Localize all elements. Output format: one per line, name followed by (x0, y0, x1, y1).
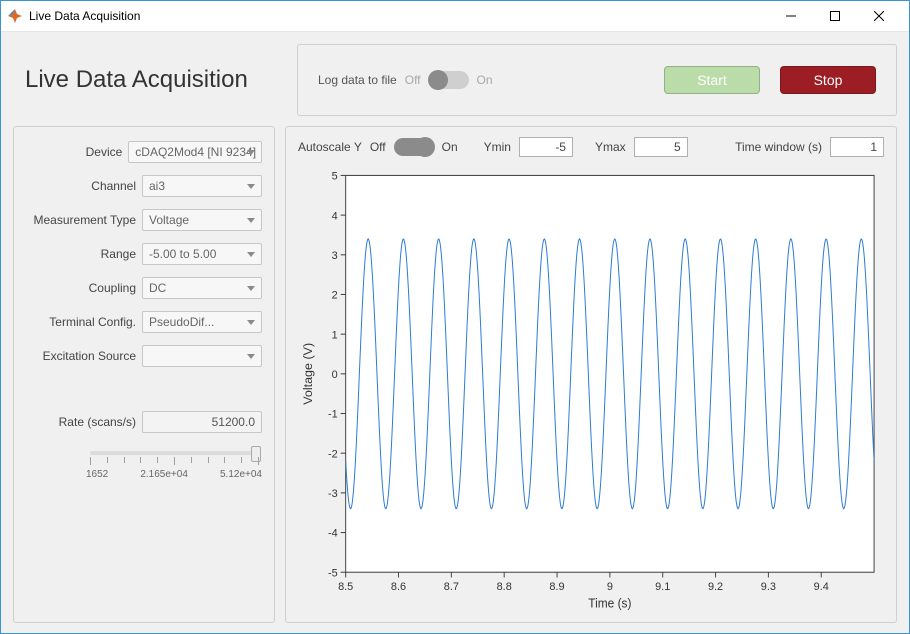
header-panel: Log data to file Off On Start Stop (297, 44, 897, 116)
maximize-button[interactable] (813, 1, 857, 31)
device-row: Device cDAQ2Mod4 [NI 9234] (26, 141, 262, 163)
channel-label: Channel (26, 179, 136, 193)
titlebar: Live Data Acquisition (1, 1, 909, 32)
svg-text:4: 4 (332, 210, 338, 222)
svg-text:-3: -3 (328, 488, 338, 500)
svg-text:9.3: 9.3 (761, 581, 776, 593)
terminal-dropdown[interactable]: PseudoDif... (142, 311, 262, 333)
rate-slider-block: 1652 2.165e+04 5.12e+04 (26, 445, 262, 480)
header-row: Live Data Acquisition Log data to file O… (13, 44, 897, 116)
device-dropdown[interactable]: cDAQ2Mod4 [NI 9234] (128, 141, 262, 163)
channel-row: Channel ai3 (26, 175, 262, 197)
svg-text:0: 0 (332, 369, 338, 381)
stop-button[interactable]: Stop (780, 66, 876, 94)
ymin-label: Ymin (484, 140, 511, 154)
svg-text:9.2: 9.2 (708, 581, 723, 593)
window-title: Live Data Acquisition (29, 9, 140, 23)
svg-text:8.7: 8.7 (444, 581, 459, 593)
terminal-row: Terminal Config. PseudoDif... (26, 311, 262, 333)
ymax-input[interactable]: 5 (634, 137, 688, 157)
log-to-file-group: Log data to file Off On (318, 71, 493, 89)
svg-text:8.6: 8.6 (391, 581, 406, 593)
svg-text:9.4: 9.4 (814, 581, 829, 593)
plot-panel: Autoscale Y Off On Ymin -5 Ymax 5 Time w… (285, 126, 897, 623)
svg-text:Voltage (V): Voltage (V) (301, 343, 315, 405)
log-off-label: Off (405, 73, 421, 87)
time-window-input[interactable]: 1 (830, 137, 884, 157)
close-button[interactable] (857, 1, 901, 31)
rate-label: Rate (scans/s) (26, 415, 136, 429)
rate-slider-labels: 1652 2.165e+04 5.12e+04 (86, 469, 262, 480)
client-area: Live Data Acquisition Log data to file O… (1, 32, 909, 633)
rate-row: Rate (scans/s) 51200.0 (26, 411, 262, 433)
range-dropdown[interactable]: -5.00 to 5.00 (142, 243, 262, 265)
autoscale-toggle[interactable] (394, 138, 434, 156)
meas-type-row: Measurement Type Voltage (26, 209, 262, 231)
axes: -5 -4 -3 -2 -1 0 1 2 3 4 5 8.5 8.6 8.7 8.8 8.9 9 9.1 9.2 9.… (298, 165, 884, 614)
log-on-label: On (477, 73, 493, 87)
app-window: Live Data Acquisition Live Data Acquisit… (0, 0, 910, 634)
slider-min-label: 1652 (86, 469, 108, 480)
svg-text:9.1: 9.1 (655, 581, 670, 593)
svg-text:9: 9 (607, 581, 613, 593)
svg-text:8.9: 8.9 (549, 581, 564, 593)
svg-text:-4: -4 (328, 528, 338, 540)
meas-type-label: Measurement Type (26, 213, 136, 227)
rate-field[interactable]: 51200.0 (142, 411, 262, 433)
ymin-input[interactable]: -5 (519, 137, 573, 157)
start-button[interactable]: Start (664, 66, 760, 94)
page-title: Live Data Acquisition (13, 44, 287, 116)
minimize-button[interactable] (769, 1, 813, 31)
svg-text:8.8: 8.8 (497, 581, 512, 593)
matlab-icon (7, 8, 23, 24)
range-row: Range -5.00 to 5.00 (26, 243, 262, 265)
log-label: Log data to file (318, 73, 397, 87)
excitation-row: Excitation Source (26, 345, 262, 367)
channel-dropdown[interactable]: ai3 (142, 175, 262, 197)
chart-svg: -5 -4 -3 -2 -1 0 1 2 3 4 5 8.5 8.6 8.7 8.8 8.9 9 9.1 9.2 9.… (298, 165, 884, 614)
config-panel: Device cDAQ2Mod4 [NI 9234] Channel ai3 M… (13, 126, 275, 623)
svg-text:-5: -5 (328, 567, 338, 579)
svg-text:Time (s): Time (s) (588, 596, 631, 610)
excitation-dropdown[interactable] (142, 345, 262, 367)
autoscale-off-label: Off (370, 140, 386, 154)
svg-text:3: 3 (332, 250, 338, 262)
device-label: Device (26, 145, 122, 159)
slider-max-label: 5.12e+04 (220, 469, 262, 480)
svg-text:5: 5 (332, 170, 338, 182)
ymax-label: Ymax (595, 140, 626, 154)
rate-slider[interactable] (90, 451, 258, 455)
coupling-row: Coupling DC (26, 277, 262, 299)
plot-controls: Autoscale Y Off On Ymin -5 Ymax 5 Time w… (298, 135, 884, 159)
coupling-label: Coupling (26, 281, 136, 295)
excitation-label: Excitation Source (26, 349, 136, 363)
svg-text:-1: -1 (328, 408, 338, 420)
svg-text:8.5: 8.5 (338, 581, 353, 593)
body-row: Device cDAQ2Mod4 [NI 9234] Channel ai3 M… (13, 126, 897, 623)
coupling-dropdown[interactable]: DC (142, 277, 262, 299)
svg-text:-2: -2 (328, 448, 338, 460)
log-toggle[interactable] (429, 71, 469, 89)
autoscale-on-label: On (442, 140, 458, 154)
svg-text:2: 2 (332, 289, 338, 301)
autoscale-label: Autoscale Y (298, 140, 362, 154)
range-label: Range (26, 247, 136, 261)
slider-mid-label: 2.165e+04 (140, 469, 188, 480)
svg-text:1: 1 (332, 329, 338, 341)
meas-type-dropdown[interactable]: Voltage (142, 209, 262, 231)
rate-slider-ticks (90, 457, 258, 467)
terminal-label: Terminal Config. (26, 315, 136, 329)
time-window-label: Time window (s) (735, 140, 822, 154)
